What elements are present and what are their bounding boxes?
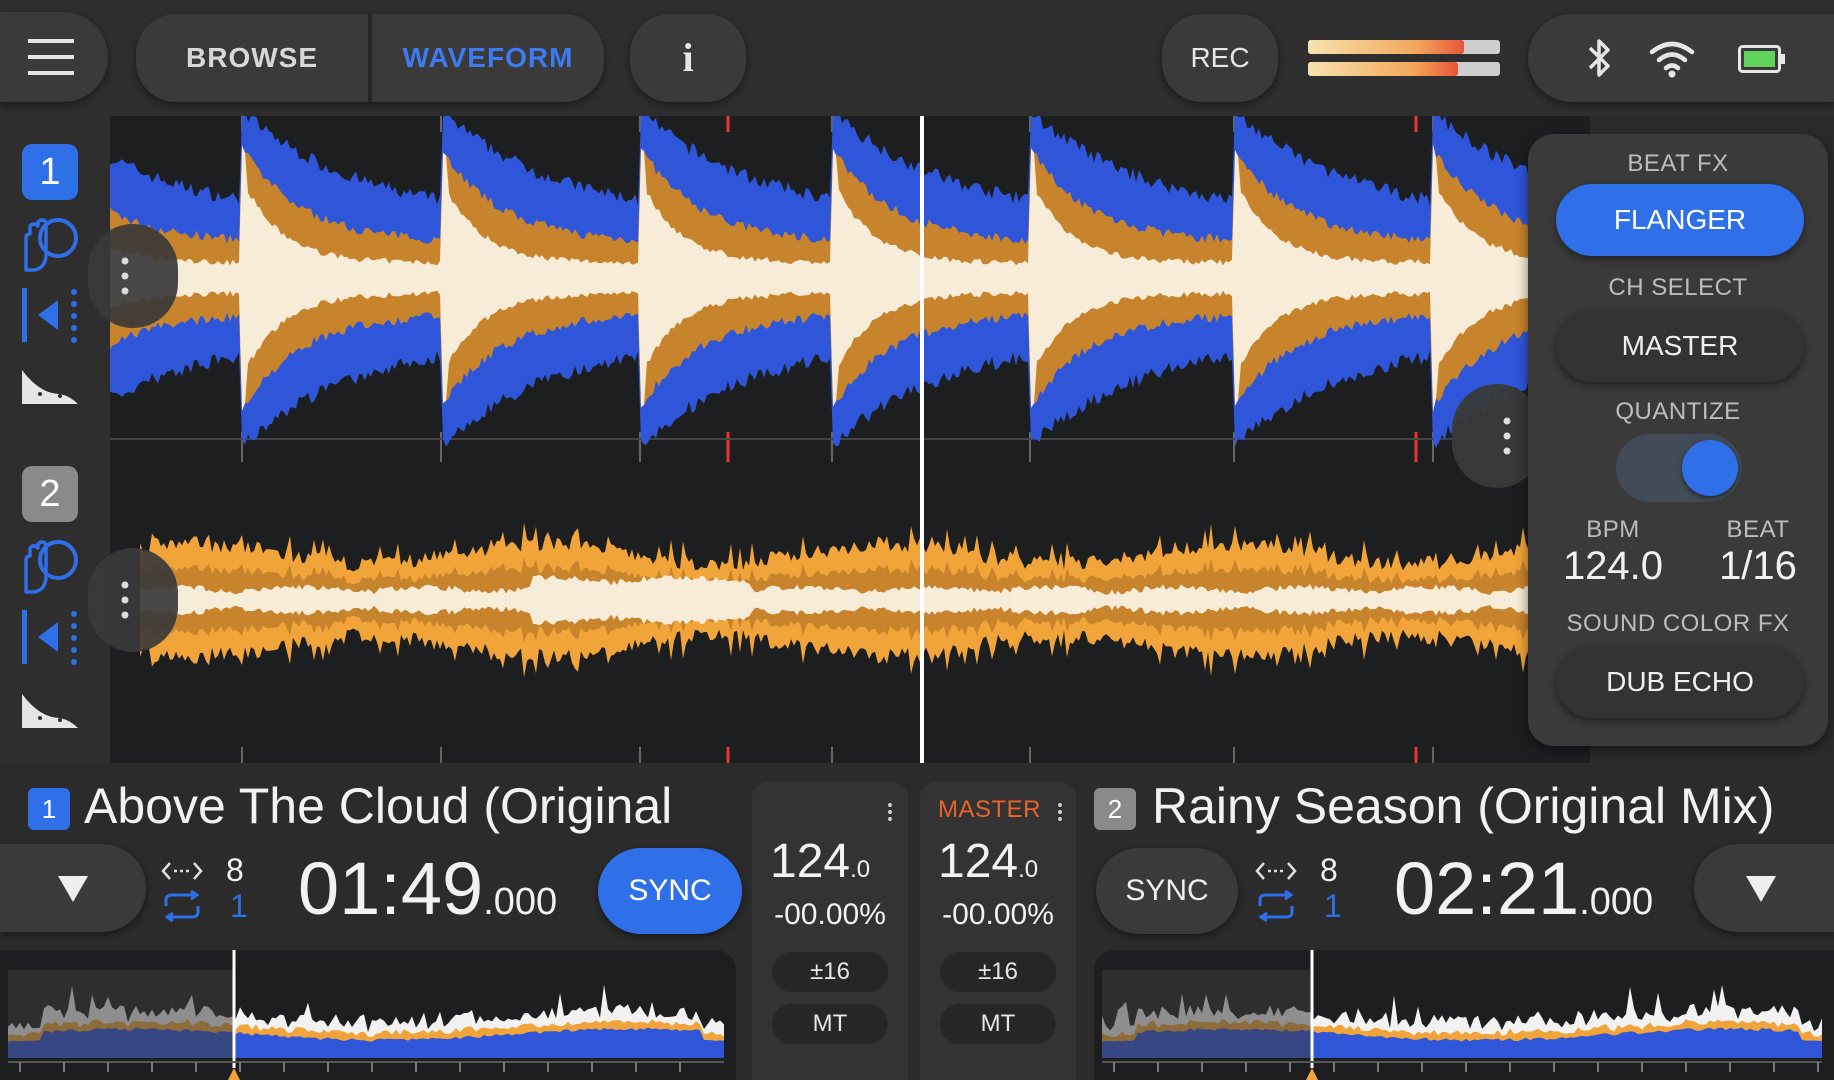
waveform-canvas[interactable] <box>110 116 1590 763</box>
deck2-pitch: -00.00% <box>942 898 1054 931</box>
info-button[interactable]: i <box>630 14 746 102</box>
deck1-overview-waveform[interactable] <box>0 950 736 1080</box>
deck1-filter-icon[interactable] <box>20 364 82 408</box>
rec-button[interactable]: REC <box>1162 14 1278 102</box>
deck2-time-main: 02:21 <box>1394 847 1580 930</box>
deck2-loop-value[interactable]: 1 <box>1324 888 1354 925</box>
deck1-cue-icon[interactable] <box>18 284 80 346</box>
triangle-down-icon <box>1746 876 1776 902</box>
overview-played-region <box>1102 970 1312 1058</box>
deck2-mt-button[interactable]: MT <box>940 1004 1056 1044</box>
deck2-overview-waveform[interactable] <box>1094 950 1834 1080</box>
triangle-down-icon <box>58 876 88 902</box>
quantize-label: QUANTIZE <box>1615 398 1741 425</box>
sound-color-fx-label: SOUND COLOR FX <box>1566 610 1790 637</box>
deck1-loop-value[interactable]: 1 <box>230 888 260 925</box>
fx-panel: BEAT FX FLANGER CH SELECT MASTER QUANTIZ… <box>1528 134 1828 746</box>
deck2-track-title[interactable]: Rainy Season (Original Mix) <box>1152 776 1832 836</box>
deck2-load-button[interactable] <box>1694 844 1834 932</box>
deck2-time-remaining[interactable]: 02:21.000 <box>1394 846 1684 930</box>
deck2-sync-button[interactable]: SYNC <box>1096 848 1238 934</box>
battery-icon <box>1738 45 1785 73</box>
fx-beat-label: BEAT <box>1726 516 1790 543</box>
deck1-hand-loop-icon[interactable] <box>20 214 82 274</box>
deck2-hand-loop-icon[interactable] <box>20 536 82 596</box>
wifi-icon <box>1649 41 1695 78</box>
deck2-beat-jump-value[interactable]: 8 <box>1320 852 1350 889</box>
beat-fx-button[interactable]: FLANGER <box>1556 184 1804 256</box>
deck2-filter-icon[interactable] <box>20 688 82 732</box>
deck2-time-ms: .000 <box>1579 881 1654 923</box>
hamburger-icon <box>28 39 74 75</box>
deck1-time-main: 01:49 <box>298 847 484 930</box>
deck1-tempo-panel: 124.0 -00.00% ±16 MT <box>752 782 908 1080</box>
ch-select-button[interactable]: MASTER <box>1556 310 1804 382</box>
master-level-meter <box>1308 38 1500 78</box>
deck1-bpm-decimal: .0 <box>850 856 871 883</box>
deck1-bpm: 124.0 <box>770 834 900 889</box>
deck1-title-badge: 1 <box>28 788 70 830</box>
deck1-range-button[interactable]: ±16 <box>772 952 888 992</box>
sound-color-fx-button[interactable]: DUB ECHO <box>1556 646 1804 718</box>
fx-bpm-label: BPM <box>1586 516 1640 543</box>
deck2-beat-jump-icon[interactable] <box>1254 860 1298 882</box>
deck2-overview-canvas[interactable] <box>1094 950 1834 1080</box>
ch-select-label: CH SELECT <box>1608 274 1748 301</box>
tab-waveform[interactable]: WAVEFORM <box>372 14 604 102</box>
deck1-time-ms: .000 <box>483 881 558 923</box>
view-tabs: BROWSE WAVEFORM <box>136 14 604 102</box>
deck2-loop-icon[interactable] <box>1254 890 1298 922</box>
deck1-number-badge[interactable]: 1 <box>22 144 78 200</box>
deck2-cue-icon[interactable] <box>18 606 80 668</box>
more-vertical-icon <box>121 257 129 295</box>
tab-browse[interactable]: BROWSE <box>136 14 368 102</box>
deck2-waveform-options[interactable] <box>88 548 178 652</box>
fx-bpm-value[interactable]: 124.0 <box>1548 544 1678 589</box>
fx-beat-value[interactable]: 1/16 <box>1698 544 1818 589</box>
deck1-overview-canvas[interactable] <box>0 950 736 1080</box>
bluetooth-icon <box>1588 39 1610 77</box>
deck2-number-badge[interactable]: 2 <box>22 466 78 522</box>
deck1-sync-button[interactable]: SYNC <box>598 848 742 934</box>
deck1-time-remaining[interactable]: 01:49.000 <box>298 846 588 930</box>
deck1-bpm-int: 124 <box>770 835 851 888</box>
deck1-mt-button[interactable]: MT <box>772 1004 888 1044</box>
deck1-loop-icon[interactable] <box>160 890 204 922</box>
more-vertical-icon[interactable] <box>886 802 894 822</box>
more-vertical-icon <box>1503 417 1511 455</box>
quantize-toggle-knob <box>1682 440 1738 496</box>
deck2-tempo-panel: MASTER 124.0 -00.00% ±16 MT <box>920 782 1076 1080</box>
waveform-display[interactable] <box>110 116 1590 763</box>
more-vertical-icon[interactable] <box>1056 802 1064 822</box>
deck2-title-badge: 2 <box>1094 788 1136 830</box>
deck1-load-button[interactable] <box>0 844 146 932</box>
deck1-beat-jump-icon[interactable] <box>160 860 204 882</box>
deck1-beat-jump-value[interactable]: 8 <box>226 852 256 889</box>
deck2-bpm-int: 124 <box>938 835 1019 888</box>
quantize-toggle[interactable] <box>1616 434 1742 502</box>
overview-cue-marker <box>228 1068 240 1080</box>
deck2-bpm: 124.0 <box>938 834 1068 889</box>
status-indicators <box>1528 14 1834 102</box>
overview-played-region <box>8 970 234 1058</box>
beat-fx-label: BEAT FX <box>1627 150 1729 177</box>
overview-cue-marker <box>1306 1068 1318 1080</box>
more-vertical-icon <box>121 581 129 619</box>
master-indicator: MASTER <box>938 796 1042 823</box>
deck2-range-button[interactable]: ±16 <box>940 952 1056 992</box>
deck2-bpm-decimal: .0 <box>1018 856 1039 883</box>
deck1-waveform-options[interactable] <box>88 224 178 328</box>
deck1-pitch: -00.00% <box>774 898 886 931</box>
deck1-track-title[interactable]: Above The Cloud (Original <box>84 776 724 836</box>
menu-button[interactable] <box>0 12 108 102</box>
